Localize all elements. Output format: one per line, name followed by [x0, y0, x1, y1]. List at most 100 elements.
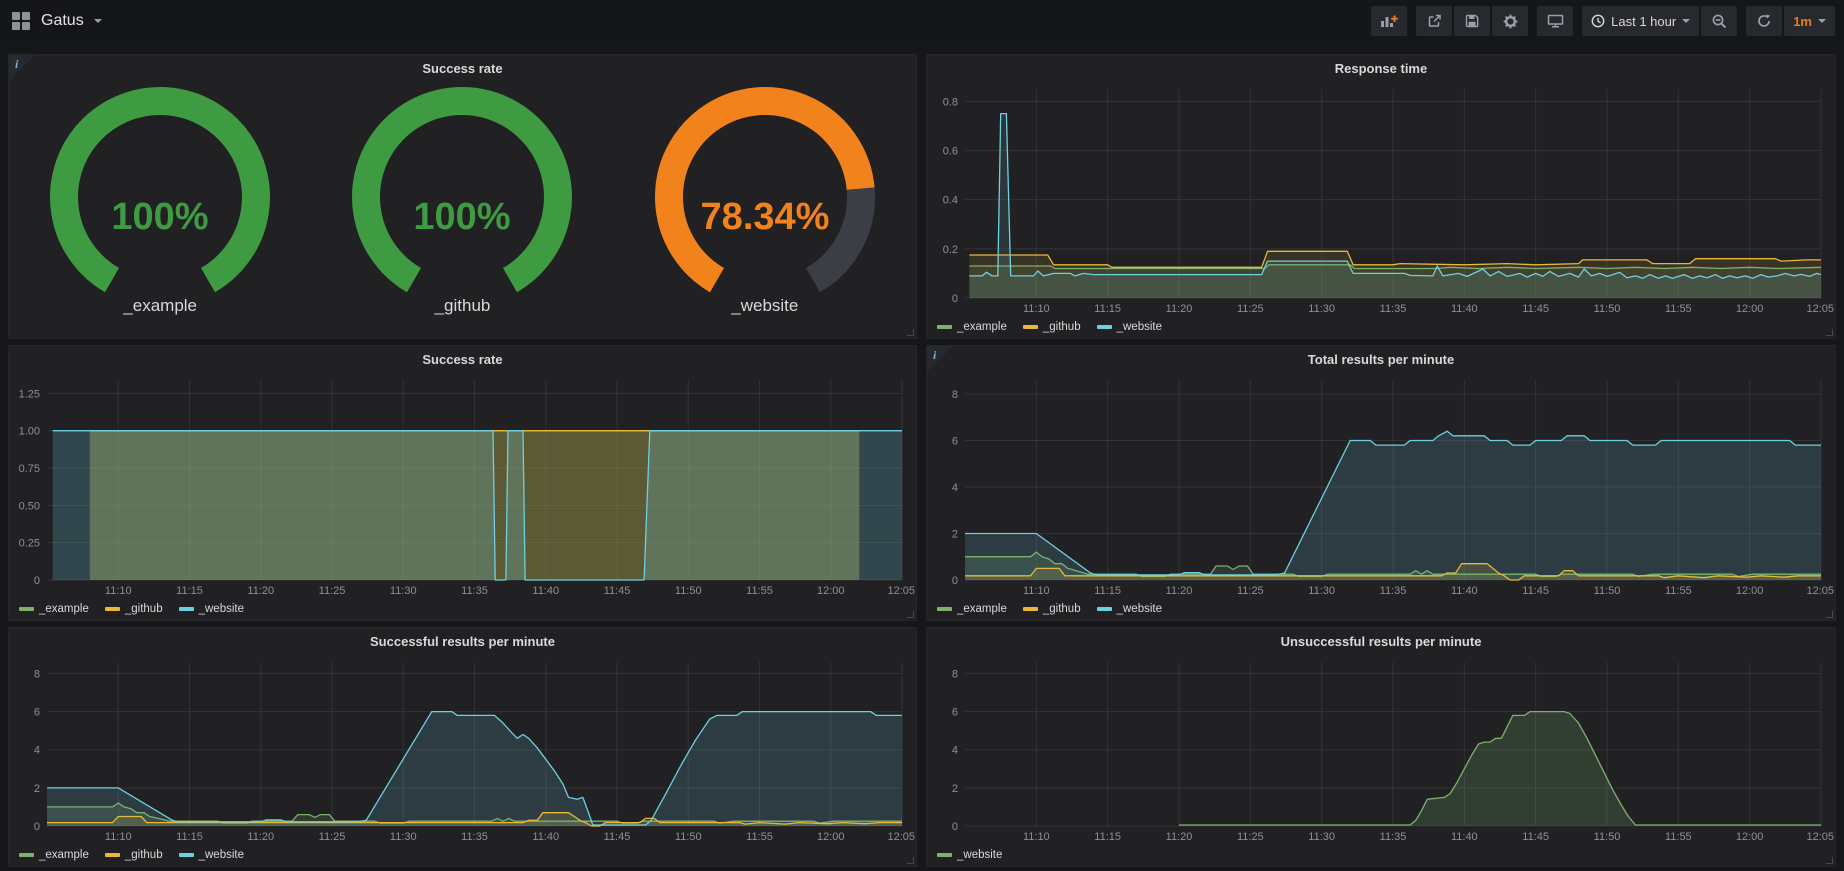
- caret-down-icon: [1818, 19, 1826, 23]
- chart-container[interactable]: 0246811:1011:1511:2011:2511:3011:3511:40…: [927, 654, 1835, 844]
- clock-icon: [1591, 14, 1605, 28]
- legend-item[interactable]: _github: [105, 849, 163, 861]
- legend-item[interactable]: _example: [937, 603, 1007, 615]
- panel-title[interactable]: Success rate: [9, 55, 916, 81]
- svg-text:11:30: 11:30: [1308, 831, 1335, 843]
- dashboard-title[interactable]: Gatus: [41, 12, 84, 30]
- refresh-button[interactable]: [1746, 6, 1782, 36]
- add-panel-button[interactable]: [1371, 6, 1407, 36]
- legend-item[interactable]: _github: [1023, 603, 1081, 615]
- svg-text:0.8: 0.8: [943, 96, 958, 108]
- svg-text:2: 2: [34, 783, 40, 795]
- panel-title[interactable]: Unsuccessful results per minute: [927, 628, 1835, 654]
- legend-series-color: [179, 853, 194, 857]
- svg-text:12:00: 12:00: [817, 831, 845, 843]
- chart-canvas[interactable]: 00.250.500.751.001.2511:1011:1511:2011:2…: [9, 372, 916, 598]
- legend-item[interactable]: _example: [19, 849, 89, 861]
- chart-canvas[interactable]: 0246811:1011:1511:2011:2511:3011:3511:40…: [9, 654, 916, 844]
- svg-text:0: 0: [34, 821, 40, 833]
- chart-container[interactable]: 0246811:1011:1511:2011:2511:3011:3511:40…: [9, 654, 916, 844]
- svg-text:11:45: 11:45: [1522, 585, 1549, 597]
- dashboard-settings-button[interactable]: [1492, 6, 1528, 36]
- svg-text:11:25: 11:25: [1237, 585, 1264, 597]
- chart-legend: _example _github _website: [927, 316, 1835, 338]
- svg-text:1.00: 1.00: [19, 426, 40, 438]
- svg-text:0.50: 0.50: [19, 500, 40, 512]
- legend-series-color: [105, 853, 120, 857]
- chart-canvas[interactable]: 0246811:1011:1511:2011:2511:3011:3511:40…: [927, 654, 1835, 844]
- panel-title[interactable]: Success rate: [9, 346, 916, 372]
- gauge-arc: 100%: [312, 85, 612, 295]
- svg-text:11:10: 11:10: [1023, 585, 1050, 597]
- legend-item[interactable]: _example: [937, 321, 1007, 333]
- time-range-picker[interactable]: Last 1 hour: [1582, 6, 1699, 36]
- gauge[interactable]: 100% _example: [9, 85, 311, 338]
- dashboard-grid: i Success rate 100% _example 100% _githu…: [0, 42, 1844, 867]
- legend-item[interactable]: _website: [937, 849, 1002, 861]
- svg-text:11:25: 11:25: [1237, 303, 1264, 315]
- svg-text:0.25: 0.25: [19, 538, 40, 550]
- info-corner-icon[interactable]: i: [9, 55, 35, 81]
- svg-text:12:05: 12:05: [1806, 831, 1834, 843]
- panel-resize-handle[interactable]: [907, 611, 914, 618]
- svg-text:11:55: 11:55: [746, 585, 773, 597]
- svg-text:4: 4: [952, 745, 958, 757]
- svg-text:11:15: 11:15: [176, 831, 203, 843]
- share-icon: [1427, 14, 1442, 28]
- svg-text:100%: 100%: [414, 196, 511, 238]
- legend-item[interactable]: _github: [1023, 321, 1081, 333]
- legend-series-color: [19, 607, 34, 611]
- monitor-icon: [1547, 14, 1564, 28]
- svg-text:12:05: 12:05: [887, 831, 915, 843]
- share-button[interactable]: [1416, 6, 1452, 36]
- svg-text:11:30: 11:30: [1308, 303, 1335, 315]
- gauge-label: _website: [731, 296, 798, 316]
- info-corner-icon[interactable]: i: [927, 346, 953, 372]
- save-dashboard-button[interactable]: [1454, 6, 1490, 36]
- chart-legend: _example _github _website: [9, 598, 916, 620]
- zoom-out-button[interactable]: [1701, 6, 1737, 36]
- legend-item[interactable]: _website: [179, 849, 244, 861]
- gauges-container: 100% _example 100% _github 78.34% _websi…: [9, 81, 916, 338]
- legend-series-color: [1097, 325, 1112, 329]
- panel-title[interactable]: Response time: [927, 55, 1835, 81]
- gear-icon: [1503, 14, 1518, 29]
- panel-total-results: i Total results per minute 0246811:1011:…: [926, 345, 1836, 621]
- panel-resize-handle[interactable]: [1826, 611, 1833, 618]
- gauges-row: 100% _example 100% _github 78.34% _websi…: [9, 81, 916, 338]
- panel-title[interactable]: Total results per minute: [927, 346, 1835, 372]
- legend-item[interactable]: _website: [1097, 603, 1162, 615]
- legend-item[interactable]: _github: [105, 603, 163, 615]
- caret-down-icon[interactable]: [94, 19, 102, 23]
- legend-series-color: [1023, 607, 1038, 611]
- legend-item[interactable]: _website: [179, 603, 244, 615]
- dashboards-grid-icon[interactable]: [12, 12, 31, 31]
- chart-container[interactable]: 0246811:1011:1511:2011:2511:3011:3511:40…: [927, 372, 1835, 598]
- svg-text:11:20: 11:20: [247, 831, 274, 843]
- refresh-interval-picker[interactable]: 1m: [1784, 6, 1835, 36]
- chart-container[interactable]: 00.250.500.751.001.2511:1011:1511:2011:2…: [9, 372, 916, 598]
- svg-text:11:35: 11:35: [461, 585, 488, 597]
- panel-resize-handle[interactable]: [907, 329, 914, 336]
- panel-resize-handle[interactable]: [907, 857, 914, 864]
- cycle-view-button[interactable]: [1537, 6, 1573, 36]
- panel-title[interactable]: Successful results per minute: [9, 628, 916, 654]
- svg-text:11:30: 11:30: [390, 831, 417, 843]
- chart-canvas[interactable]: 0246811:1011:1511:2011:2511:3011:3511:40…: [927, 372, 1835, 598]
- gauge-label: _github: [435, 296, 491, 316]
- svg-text:11:15: 11:15: [1094, 831, 1121, 843]
- panel-unsuccessful-results: i Unsuccessful results per minute 024681…: [926, 627, 1836, 867]
- chart-container[interactable]: 00.20.40.60.811:1011:1511:2011:2511:3011…: [927, 81, 1835, 316]
- legend-item[interactable]: _example: [19, 603, 89, 615]
- gauge[interactable]: 78.34% _website: [614, 85, 916, 338]
- svg-text:8: 8: [952, 668, 958, 680]
- legend-item[interactable]: _website: [1097, 321, 1162, 333]
- gauge[interactable]: 100% _github: [311, 85, 613, 338]
- chart-canvas[interactable]: 00.20.40.60.811:1011:1511:2011:2511:3011…: [927, 81, 1835, 316]
- panel-resize-handle[interactable]: [1826, 857, 1833, 864]
- time-range-label: Last 1 hour: [1611, 14, 1676, 29]
- panel-resize-handle[interactable]: [1826, 329, 1833, 336]
- svg-text:11:20: 11:20: [1166, 585, 1193, 597]
- svg-text:12:05: 12:05: [1806, 585, 1834, 597]
- svg-text:11:35: 11:35: [1380, 585, 1407, 597]
